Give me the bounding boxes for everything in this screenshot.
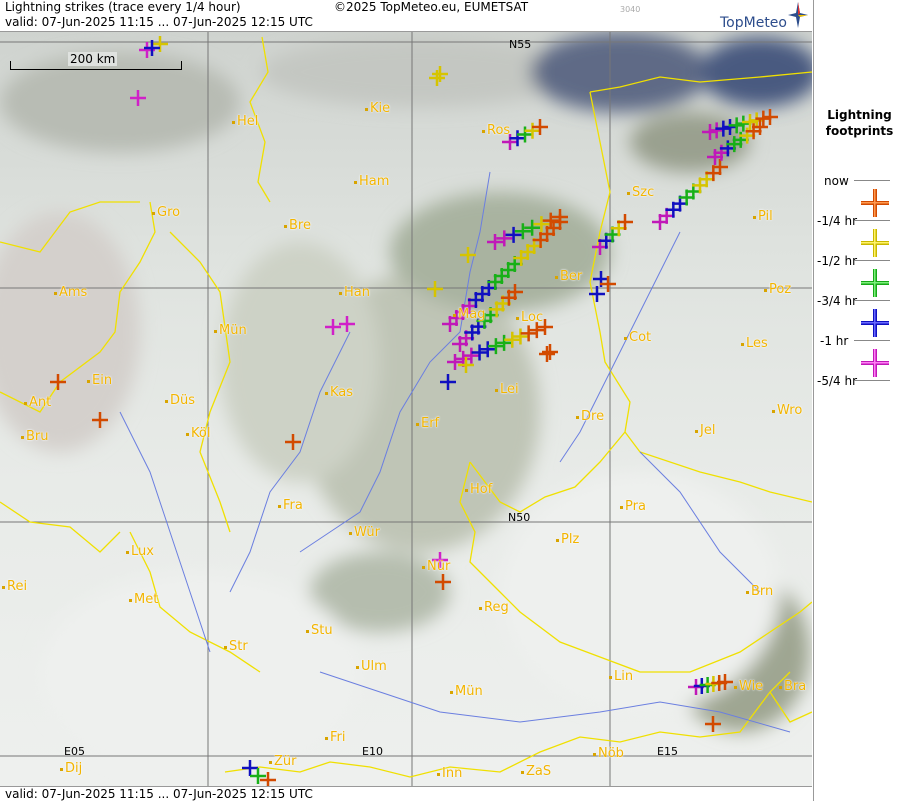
strike-mark bbox=[524, 122, 541, 139]
grid-label-e15: E15 bbox=[657, 745, 678, 758]
city-label: Pra bbox=[620, 499, 646, 514]
map-canvas bbox=[0, 32, 812, 787]
city-label: Fri bbox=[325, 730, 346, 745]
city-label: Hel bbox=[232, 114, 258, 129]
strike-three-quarter-icon bbox=[861, 309, 889, 337]
city-label: Brn bbox=[746, 584, 773, 599]
city-label: Düs bbox=[165, 393, 195, 408]
city-label: Ham bbox=[354, 174, 389, 189]
city-label: Ulm bbox=[356, 659, 387, 674]
city-label: Poz bbox=[764, 282, 791, 297]
city-label: Han bbox=[339, 285, 370, 300]
city-label: Jel bbox=[695, 423, 715, 438]
city-label: Szc bbox=[627, 185, 654, 200]
city-label: Rei bbox=[2, 579, 27, 594]
valid-time: valid: 07-Jun-2025 11:15 ... 07-Jun-2025… bbox=[5, 15, 313, 29]
strike-mark bbox=[517, 126, 533, 143]
strike-mark bbox=[250, 768, 266, 784]
city-label: Lei bbox=[495, 382, 519, 397]
city-label: Nür bbox=[422, 559, 450, 574]
city-label: ZaS bbox=[521, 764, 551, 779]
city-label: Zür bbox=[269, 754, 297, 769]
scale-label: 200 km bbox=[68, 52, 118, 66]
city-label: Bra bbox=[779, 679, 806, 694]
strike-now-icon bbox=[861, 189, 889, 217]
satellite-map[interactable]: 200 km N55 N50 E05 E10 E15 Hel Kie Ros S… bbox=[0, 32, 812, 787]
grid-label-e05: E05 bbox=[64, 745, 85, 758]
city-label: Reg bbox=[479, 600, 509, 615]
city-label: Mag bbox=[453, 307, 485, 322]
city-label: Ein bbox=[87, 373, 112, 388]
city-label: Dre bbox=[576, 409, 604, 424]
city-label: Cot bbox=[624, 330, 651, 345]
city-label: Met bbox=[129, 592, 158, 607]
copyright-credit: ©2025 TopMeteo.eu, EUMETSAT bbox=[334, 0, 529, 14]
grid-label-n55: N55 bbox=[509, 38, 532, 51]
city-label: Ber bbox=[555, 269, 582, 284]
city-label: Lux bbox=[126, 544, 154, 559]
city-label: Ros bbox=[482, 123, 510, 138]
strike-mark bbox=[260, 772, 276, 787]
city-label: Kie bbox=[365, 101, 390, 116]
city-label: Les bbox=[741, 336, 768, 351]
city-label: Bru bbox=[21, 429, 49, 444]
city-label: Wür bbox=[349, 525, 380, 540]
city-label: Bre bbox=[284, 218, 311, 233]
strike-mark bbox=[532, 119, 548, 135]
city-label: Plz bbox=[556, 532, 579, 547]
legend-entry-five-quarter: -5/4 hr bbox=[814, 374, 904, 420]
city-label: Kas bbox=[325, 385, 353, 400]
map-code: 3040 bbox=[620, 5, 641, 14]
grid-label-n50: N50 bbox=[508, 511, 531, 524]
city-label: Mün bbox=[450, 684, 483, 699]
city-label: Erf bbox=[416, 416, 439, 431]
footer-valid-time: valid: 07-Jun-2025 11:15 ... 07-Jun-2025… bbox=[5, 787, 313, 801]
city-label: Hof bbox=[465, 482, 492, 497]
city-label: Fra bbox=[278, 498, 303, 513]
city-label: Mün bbox=[214, 323, 247, 338]
city-label: Lin bbox=[609, 669, 633, 684]
city-label: Loc bbox=[516, 310, 543, 325]
city-label: Wie bbox=[734, 679, 763, 694]
strike-half-icon bbox=[861, 269, 889, 297]
city-label: Nöb bbox=[593, 746, 624, 761]
topmeteo-logo: TopMeteo bbox=[720, 15, 787, 31]
city-label: Gro bbox=[152, 205, 180, 220]
city-label: Pil bbox=[753, 209, 773, 224]
city-label: Ams bbox=[54, 285, 87, 300]
strike-one-hour-icon bbox=[861, 349, 889, 377]
grid-label-e10: E10 bbox=[362, 745, 383, 758]
city-label: Wro bbox=[772, 403, 802, 418]
map-footer: valid: 07-Jun-2025 11:15 ... 07-Jun-2025… bbox=[0, 786, 812, 802]
map-header: Lightning strikes (trace every 1/4 hour)… bbox=[0, 0, 812, 32]
city-label: Str bbox=[224, 639, 248, 654]
city-label: Ant bbox=[24, 395, 51, 410]
compass-star-icon bbox=[788, 2, 808, 28]
strike-mark bbox=[539, 346, 555, 362]
map-title: Lightning strikes (trace every 1/4 hour) bbox=[5, 0, 241, 14]
city-label: Köl bbox=[186, 426, 210, 441]
strike-mark bbox=[520, 325, 537, 342]
strike-quarter-icon bbox=[861, 229, 889, 257]
legend-title: Lightning footprints bbox=[825, 108, 894, 138]
strike-mark bbox=[509, 130, 526, 147]
city-label: Dij bbox=[60, 761, 82, 776]
city-label: Stu bbox=[306, 623, 333, 638]
strike-mark bbox=[542, 344, 558, 360]
legend-panel: Lightning footprints now -1/4 hr -1/2 hr… bbox=[813, 0, 904, 801]
city-label: Inn bbox=[437, 766, 462, 781]
